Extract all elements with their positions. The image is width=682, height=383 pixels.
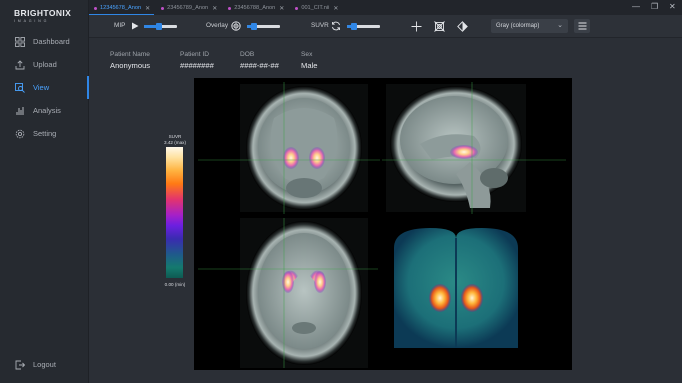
refresh-icon[interactable] xyxy=(330,20,342,32)
patient-dob-value: ####-##-## xyxy=(240,61,279,70)
overlay-icon[interactable] xyxy=(230,20,242,32)
maximize-icon[interactable]: ❐ xyxy=(651,2,658,11)
gear-icon xyxy=(14,128,25,139)
patient-sex-value: Male xyxy=(301,61,318,70)
mip-slider[interactable] xyxy=(144,23,177,30)
sidebar-item-view[interactable]: View xyxy=(0,76,89,99)
view-icon xyxy=(14,82,25,93)
tab-label: 23456788_Anon xyxy=(234,5,276,11)
patient-id-label: Patient ID xyxy=(180,51,209,58)
mip-slider-knob[interactable] xyxy=(155,23,162,30)
mip-label: MIP xyxy=(114,22,126,29)
close-icon[interactable]: ✕ xyxy=(212,5,217,12)
logo-subtitle: IMAGING xyxy=(14,19,50,23)
tab-dot xyxy=(295,6,299,10)
overlay-label: Overlay xyxy=(206,22,229,29)
coronal-view[interactable] xyxy=(198,82,380,214)
pet-view[interactable] xyxy=(394,228,518,348)
chevron-down-icon: ⌄ xyxy=(557,22,563,29)
sidebar-nav: Dashboard Upload View Analysis Setting xyxy=(0,30,89,145)
sidebar: BRIGHTONIX IMAGING Dashboard Upload View xyxy=(0,0,89,383)
close-icon[interactable]: ✕ xyxy=(333,5,338,12)
toolbar: MIP Overlay SUVR Gray (colormap) ⌄ xyxy=(89,15,682,38)
sidebar-item-analysis[interactable]: Analysis xyxy=(0,99,89,122)
brain-views[interactable] xyxy=(194,78,572,370)
patient-name-value: Anonymous xyxy=(110,61,151,70)
analysis-icon xyxy=(14,105,25,116)
tab-001-cit[interactable]: 001_CIT.nii ✕ xyxy=(290,1,342,15)
patient-sex: Sex Male xyxy=(301,51,317,70)
crosshair-icon[interactable] xyxy=(410,20,422,32)
play-icon[interactable] xyxy=(129,20,141,32)
suvr-slider[interactable] xyxy=(347,23,380,30)
tab-12345678[interactable]: 12345678_Anon ✕ xyxy=(89,1,155,15)
patient-id: Patient ID ######## xyxy=(180,51,214,70)
axial-view[interactable] xyxy=(198,218,378,368)
colorbar-gradient xyxy=(166,147,183,278)
tab-23456788[interactable]: 23456788_Anon ✕ xyxy=(223,1,288,15)
window-close-icon[interactable]: ✕ xyxy=(669,2,676,11)
sidebar-item-label: View xyxy=(33,83,50,92)
tab-dot xyxy=(94,6,97,10)
overlay-slider-knob[interactable] xyxy=(250,23,257,30)
sidebar-item-setting[interactable]: Setting xyxy=(0,122,89,145)
contrast-icon[interactable] xyxy=(456,20,468,32)
hamburger-icon xyxy=(578,22,586,30)
sidebar-item-label: Upload xyxy=(33,60,57,69)
tab-bar: 12345678_Anon ✕ 23456789_Anon ✕ 23456788… xyxy=(89,0,682,15)
patient-id-value: ######## xyxy=(180,61,214,70)
sagittal-view[interactable] xyxy=(382,82,566,214)
colorbar-title: SUVR xyxy=(168,134,182,139)
tab-dot xyxy=(161,6,165,10)
logout-icon xyxy=(14,359,25,370)
sidebar-item-label: Analysis xyxy=(33,106,61,115)
close-icon[interactable]: ✕ xyxy=(145,5,150,12)
tab-dot xyxy=(228,6,232,10)
patient-name-label: Patient Name xyxy=(110,51,150,58)
upload-icon xyxy=(14,59,25,70)
tab-label: 12345678_Anon xyxy=(100,5,142,11)
colorbar: SUVR 3.42 (max) 0.00 (min) xyxy=(160,134,190,287)
sidebar-item-upload[interactable]: Upload xyxy=(0,53,89,76)
patient-sex-label: Sex xyxy=(301,51,313,58)
patient-dob: DOB ####-##-## xyxy=(240,51,279,70)
fit-icon[interactable] xyxy=(433,20,445,32)
menu-button[interactable] xyxy=(574,19,590,33)
sidebar-item-label: Dashboard xyxy=(33,37,70,46)
close-icon[interactable]: ✕ xyxy=(279,5,284,12)
suvr-label: SUVR xyxy=(311,22,329,29)
tab-label: 23456789_Anon xyxy=(167,5,209,11)
suvr-slider-knob[interactable] xyxy=(350,23,357,30)
colorbar-max: 3.42 (max) xyxy=(164,140,186,145)
overlay-slider[interactable] xyxy=(247,23,280,30)
colormap-value: Gray (colormap) xyxy=(496,23,540,29)
logout-label: Logout xyxy=(33,360,56,369)
patient-name: Patient Name Anonymous xyxy=(110,51,150,70)
dashboard-icon xyxy=(14,36,25,47)
colorbar-min: 0.00 (min) xyxy=(164,282,186,287)
logo-brand: BRIGHTONIX xyxy=(14,8,72,18)
image-viewer[interactable] xyxy=(194,78,572,370)
minimize-icon[interactable]: — xyxy=(632,2,640,11)
sidebar-item-label: Setting xyxy=(33,129,57,138)
tab-23456789[interactable]: 23456789_Anon ✕ xyxy=(156,1,221,15)
logo: BRIGHTONIX IMAGING xyxy=(14,8,76,23)
colormap-select[interactable]: Gray (colormap) ⌄ xyxy=(491,19,568,33)
tab-label: 001_CIT.nii xyxy=(301,5,330,11)
sidebar-item-dashboard[interactable]: Dashboard xyxy=(0,30,89,53)
logout-button[interactable]: Logout xyxy=(0,353,56,376)
patient-dob-label: DOB xyxy=(240,51,255,58)
